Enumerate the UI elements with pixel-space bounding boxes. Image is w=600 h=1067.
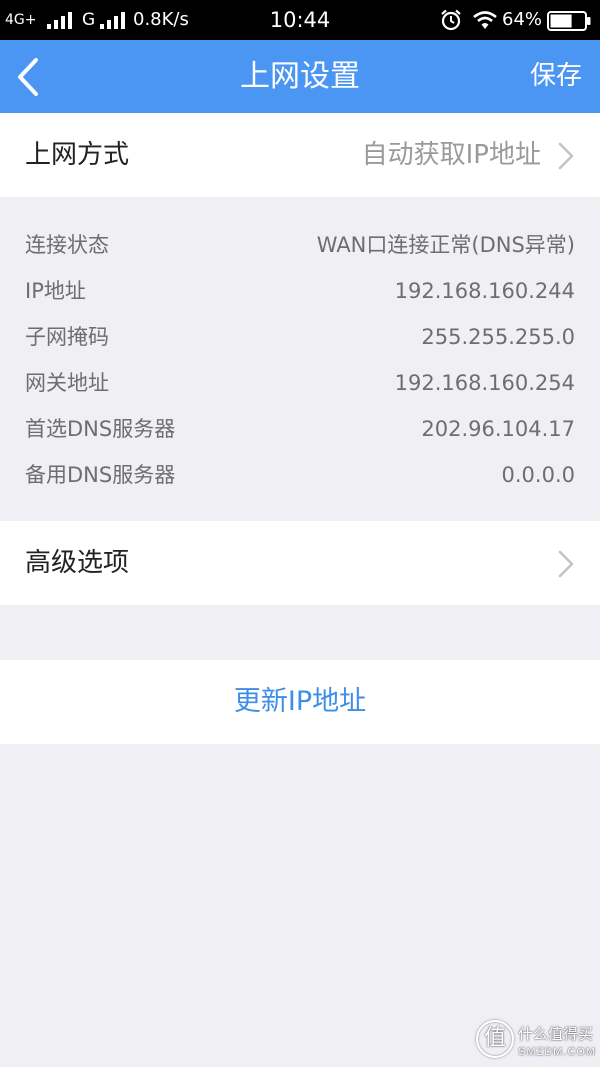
info-value: 255.255.255.0 (421, 325, 575, 349)
connection-mode-value: 自动获取IP地址 (361, 140, 541, 170)
back-button[interactable] (10, 52, 50, 102)
network-info-section: 连接状态 WAN口连接正常(DNS异常) IP地址 192.168.160.24… (0, 197, 600, 521)
battery-percent: 64% (502, 9, 543, 30)
info-label: IP地址 (25, 279, 86, 303)
connection-mode-row[interactable]: 上网方式 自动获取IP地址 (0, 113, 600, 197)
watermark-name: 什么值得买 (518, 1025, 594, 1043)
alarm-clock-icon (441, 9, 461, 31)
info-value: 192.168.160.244 (394, 279, 575, 303)
info-row-gateway: 网关地址 192.168.160.254 (0, 360, 600, 406)
chevron-left-icon (18, 58, 38, 96)
watermark-logo: 值 (476, 1020, 514, 1058)
page-title: 上网设置 (240, 59, 360, 94)
info-label: 子网掩码 (25, 325, 109, 349)
chevron-right-icon (558, 142, 574, 170)
info-label: 网关地址 (25, 371, 109, 395)
advanced-options-label: 高级选项 (25, 548, 130, 578)
info-row-connection-status: 连接状态 WAN口连接正常(DNS异常) (0, 222, 600, 268)
info-label: 首选DNS服务器 (25, 417, 176, 441)
wifi-icon (473, 11, 497, 29)
battery-icon (547, 11, 591, 31)
info-row-secondary-dns: 备用DNS服务器 0.0.0.0 (0, 452, 600, 498)
info-label: 备用DNS服务器 (25, 463, 176, 487)
info-value: 192.168.160.254 (394, 371, 575, 395)
info-value: 202.96.104.17 (421, 417, 575, 441)
info-value: 0.0.0.0 (501, 463, 575, 487)
renew-ip-button[interactable]: 更新IP地址 (0, 660, 600, 744)
info-value: WAN口连接正常(DNS异常) (316, 233, 575, 257)
info-row-subnet-mask: 子网掩码 255.255.255.0 (0, 314, 600, 360)
watermark-site: SMZDM.COM (518, 1046, 597, 1058)
chevron-right-icon (558, 550, 574, 578)
nav-bar: 上网设置 保存 (0, 40, 600, 113)
connection-mode-label: 上网方式 (25, 140, 130, 170)
advanced-options-row[interactable]: 高级选项 (0, 521, 600, 605)
info-label: 连接状态 (25, 233, 109, 257)
save-button[interactable]: 保存 (530, 40, 582, 113)
status-bar: 4G+ G 0.8K/s 10:44 64% (0, 0, 600, 40)
info-row-ip-address: IP地址 192.168.160.244 (0, 268, 600, 314)
info-row-primary-dns: 首选DNS服务器 202.96.104.17 (0, 406, 600, 452)
battery-level-fill (550, 14, 572, 28)
